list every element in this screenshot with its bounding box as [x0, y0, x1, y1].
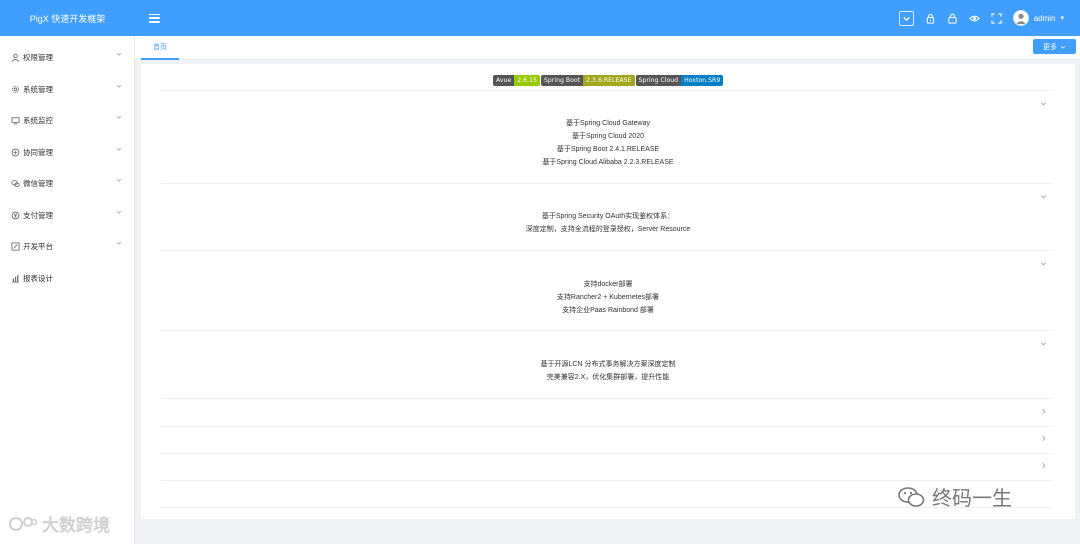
dev-icon	[10, 242, 20, 252]
collapse-divider	[161, 90, 1053, 91]
chart-icon	[10, 273, 20, 283]
more-button[interactable]: 更多	[1033, 39, 1076, 54]
lock-icon[interactable]	[925, 13, 936, 24]
pay-icon	[10, 210, 20, 220]
sidebar-item-permission[interactable]: 权限管理	[0, 42, 134, 74]
collapse-divider	[161, 426, 1053, 427]
feature-line: 深度定制，支持全流程的登录授权，Server Resource	[525, 226, 691, 233]
gear-icon	[10, 84, 20, 94]
top-bar: PigX 快速开发框架 admin ▾	[0, 0, 1080, 36]
sidebar-item-pay[interactable]: 支付管理	[0, 200, 134, 232]
sidebar-item-report[interactable]: 报表设计	[0, 263, 134, 295]
collapse-item-security: 基于Spring Security OAuth实现鉴权体系： 深度定制，支持全流…	[141, 210, 1075, 236]
chevron-down-icon	[116, 147, 122, 151]
collapse-item-deploy: 支持docker部署 支持Rancher2 + Kubernetes部署 支持企…	[141, 278, 1075, 317]
brand-logo-icon	[9, 516, 38, 531]
feature-line: 支持Rancher2 + Kubernetes部署	[556, 294, 660, 301]
sidebar-item-dev[interactable]: 开发平台	[0, 231, 134, 263]
feature-line: 完美兼容2.X，优化集群部署，提升性能	[546, 374, 670, 381]
cooperate-icon	[10, 147, 20, 157]
chevron-down-icon	[1060, 45, 1066, 49]
sidebar-item-label: 权限管理	[23, 53, 53, 63]
watermark-text: 终码一生	[932, 486, 1012, 510]
badge-label: Avue	[493, 75, 515, 86]
collapse-divider	[161, 398, 1053, 399]
watermark-text: 大数跨境	[42, 516, 110, 536]
chevron-down-icon	[116, 210, 122, 214]
header-actions: admin ▾	[898, 0, 1064, 36]
feature-line: 支持docker部署	[583, 281, 633, 288]
badge-label: Spring Boot	[540, 75, 584, 86]
watermark-left: 大数跨境	[8, 511, 110, 536]
collapse-item-lcn: 基于开源LCN 分布式事务解决方案深度定制 完美兼容2.X，优化集群部署，提升性…	[141, 358, 1075, 384]
chevron-down-icon[interactable]: ▾	[1060, 14, 1064, 22]
menu-toggle-icon[interactable]	[149, 13, 160, 23]
chevron-down-icon	[116, 179, 122, 182]
feature-line: 基于Spring Boot 2.4.1.RELEASE	[556, 146, 660, 153]
tab-home[interactable]: 首页	[141, 36, 179, 60]
sidebar-item-label: 报表设计	[23, 273, 53, 283]
screen-lock-icon[interactable]	[947, 13, 958, 24]
app-logo[interactable]: PigX 快速开发框架	[0, 12, 135, 25]
badge-value: 2.6.15	[514, 75, 540, 86]
collapse-divider	[161, 453, 1053, 454]
feature-line: 支持企业Paas Rainbond 部署	[562, 307, 654, 314]
sidebar-item-label: 支付管理	[23, 210, 53, 220]
chevron-down-icon[interactable]	[1040, 260, 1047, 267]
feature-line: 基于开源LCN 分布式事务解决方案深度定制	[540, 361, 676, 368]
badge-avue[interactable]: Avue 2.6.15	[493, 75, 540, 86]
sidebar-item-label: 协同管理	[23, 147, 53, 157]
chevron-down-icon[interactable]	[1040, 100, 1047, 107]
collapse-divider	[161, 183, 1053, 184]
sidebar-item-system[interactable]: 系统管理	[0, 74, 134, 106]
sidebar: 权限管理 系统管理 系统监控 协同管理 微信管理 支付管理 开发平台 报表设计	[0, 36, 135, 544]
chevron-down-icon	[116, 84, 122, 88]
sidebar-item-monitor[interactable]: 系统监控	[0, 105, 134, 137]
sidebar-item-wechat[interactable]: 微信管理	[0, 168, 134, 200]
sidebar-item-label: 系统监控	[23, 116, 53, 126]
feature-line: 基于Spring Security OAuth实现鉴权体系：	[541, 213, 675, 220]
main-content: Avue 2.6.15 Spring Boot 2.3.6.RELEASE Sp…	[141, 64, 1075, 519]
sidebar-item-label: 开发平台	[23, 242, 53, 252]
avatar[interactable]	[1012, 10, 1029, 26]
feature-line: 基于Spring Cloud Alibaba 2.2.3.RELEASE	[542, 159, 674, 166]
collapse-item-gateway: 基于Spring Cloud Gateway 基于Spring Cloud 20…	[141, 117, 1075, 169]
badge-value: 2.3.6.RELEASE	[583, 75, 635, 86]
badge-value: Hoxton.SR9	[681, 75, 724, 86]
badge-spring-boot[interactable]: Spring Boot 2.3.6.RELEASE	[540, 75, 635, 86]
version-badges: Avue 2.6.15 Spring Boot 2.3.6.RELEASE Sp…	[493, 75, 724, 86]
chevron-down-icon	[116, 116, 122, 119]
chevron-right-icon[interactable]	[1040, 435, 1047, 442]
user-name[interactable]: admin	[1034, 14, 1056, 23]
fullscreen-icon[interactable]	[991, 12, 1002, 24]
chevron-down-icon	[116, 53, 122, 56]
badge-label: Spring Cloud	[635, 75, 682, 86]
feature-line: 基于Spring Cloud Gateway	[565, 120, 651, 127]
eye-icon[interactable]	[968, 13, 980, 24]
tags-bar: 首页 更多	[135, 36, 1080, 60]
chevron-down-icon[interactable]	[1040, 340, 1047, 347]
collapse-divider	[161, 250, 1053, 251]
chevron-right-icon[interactable]	[1040, 408, 1047, 415]
watermark-right: 终码一生	[896, 482, 1012, 511]
more-button-label: 更多	[1043, 43, 1057, 51]
chevron-down-icon[interactable]	[1040, 193, 1047, 200]
feature-line: 基于Spring Cloud 2020	[572, 133, 644, 140]
select-icon[interactable]	[898, 10, 914, 26]
badge-spring-cloud[interactable]: Spring Cloud Hoxton.SR9	[635, 75, 724, 86]
chevron-down-icon	[116, 242, 122, 245]
wechat-icon	[10, 179, 20, 189]
sidebar-item-label: 微信管理	[23, 179, 53, 189]
monitor-icon	[10, 116, 20, 126]
wechat-icon	[898, 486, 925, 507]
user-menu[interactable]: admin ▾	[1012, 10, 1064, 26]
user-icon	[10, 53, 20, 63]
sidebar-item-label: 系统管理	[23, 84, 53, 94]
collapse-divider	[161, 480, 1053, 481]
collapse-divider	[161, 330, 1053, 331]
sidebar-item-cooperate[interactable]: 协同管理	[0, 137, 134, 169]
chevron-right-icon[interactable]	[1040, 462, 1047, 469]
